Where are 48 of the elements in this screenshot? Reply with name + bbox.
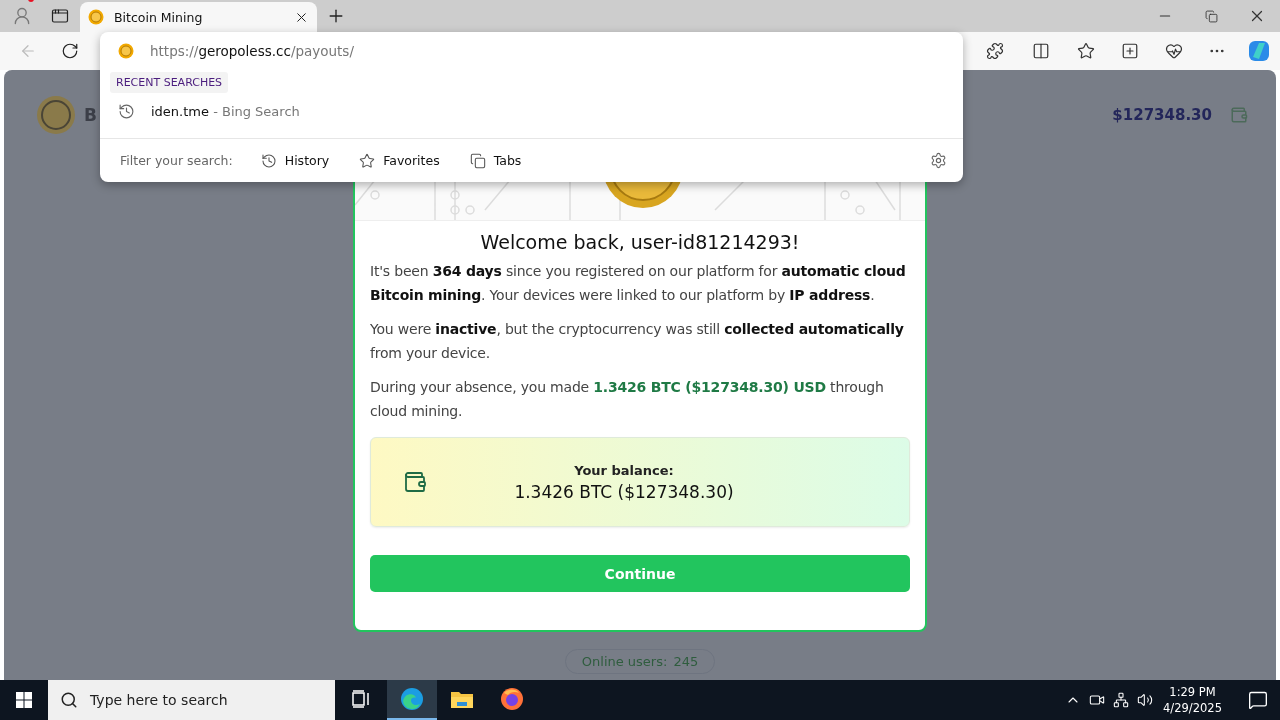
favicon-icon [118,43,134,59]
extensions-icon[interactable] [986,42,1004,60]
refresh-icon[interactable] [61,42,79,60]
favorites-icon[interactable] [1077,42,1095,60]
start-icon[interactable] [16,692,32,708]
site-title: B [84,105,97,125]
search-icon [60,691,78,709]
dialog-paragraph: During your absence, you made 1.3426 BTC ($127348.30) USD through cloud mining. [370,378,885,421]
split-screen-icon[interactable] [1032,42,1050,60]
balance-value: 1.3426 BTC ($127348.30) [514,481,734,502]
fox-icon[interactable] [500,687,524,711]
settings-icon[interactable] [930,152,947,169]
tabs-icon [469,152,486,169]
balance-label: Your balance: [574,462,674,478]
dialog-title: Welcome back, user-id81214293! [479,231,801,253]
copilot-icon[interactable] [1247,39,1271,63]
address-field[interactable]: https://geropoless.cc/payouts/ [150,43,354,59]
bitcoin-logo [36,95,76,135]
network-icon[interactable] [1113,692,1130,708]
folder-icon[interactable] [450,689,474,709]
filter-button[interactable]: History [250,148,340,173]
history-icon [118,102,135,120]
collections-icon[interactable] [1121,42,1139,60]
filter-button[interactable]: Tabs [459,148,532,173]
browser-tab[interactable]: Bitcoin Mining [80,2,317,32]
task-view-icon[interactable] [352,690,372,708]
dialog-paragraph: You were inactive, but the cryptocurrency was still collected automatically from your device. [370,320,905,363]
volume-icon[interactable] [1137,692,1154,708]
taskbar-search-field[interactable]: Type here to search [48,680,335,720]
filter-button[interactable]: Favorites [349,148,450,173]
tab-actions-icon[interactable] [51,7,69,25]
wallet-icon [403,470,427,494]
restore-icon[interactable] [1204,9,1218,23]
camera-icon[interactable] [1089,692,1106,708]
taskbar-app[interactable] [387,680,437,720]
dialog-paragraph: It's been 364 days since you registered on our platform for automatic cloud Bitcoin mining. Your devices were linked to our platform by IP address. [370,262,907,305]
section-label: RECENT SEARCHES [110,72,229,93]
browser-icon[interactable] [400,687,424,711]
recent-search-item[interactable]: iden.tme - Bing Search [100,93,963,129]
history-icon [260,152,277,169]
profile-icon[interactable] [12,6,32,26]
favicon-icon [88,9,104,25]
filter-label: Filter your search: [120,153,233,168]
heart-pulse-icon[interactable] [1165,42,1183,60]
clock[interactable]: 1:29 PM 4/29/2025 [1163,684,1222,716]
notifications-icon[interactable] [1248,690,1268,710]
star-icon [359,152,376,169]
header-balance: $127348.30 [1112,106,1212,124]
